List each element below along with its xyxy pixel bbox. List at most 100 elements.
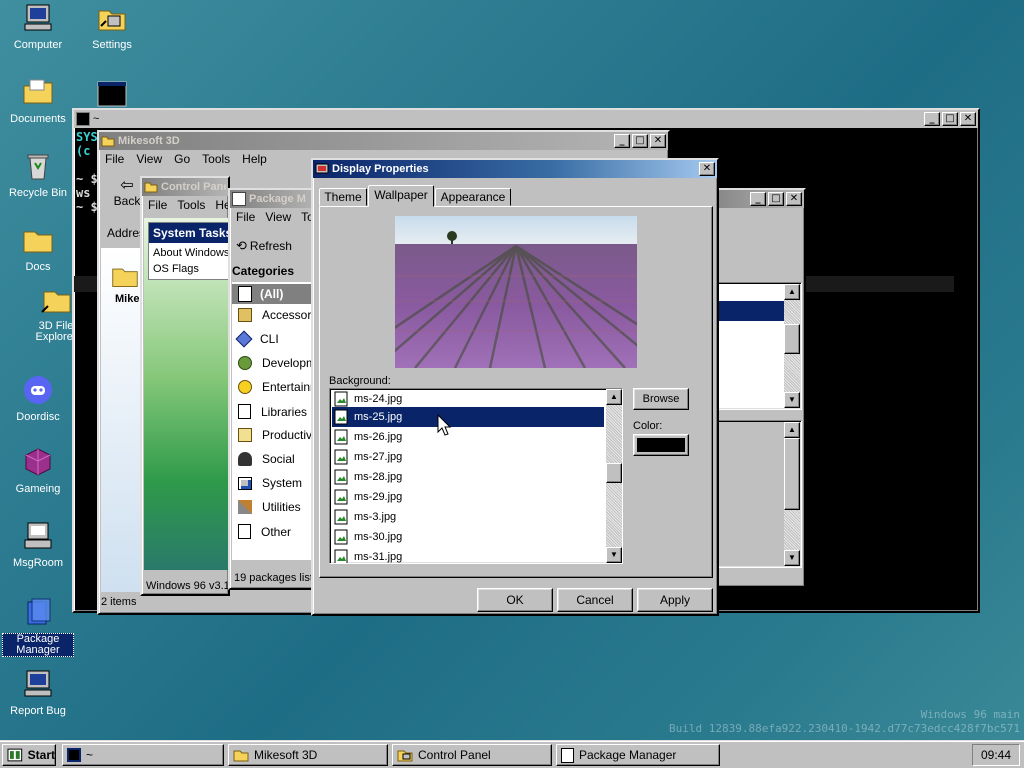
task-os-flags[interactable]: OS Flags xyxy=(149,259,228,279)
menu-tools[interactable]: Tools xyxy=(177,198,205,212)
minimize-button[interactable]: _ xyxy=(614,134,630,148)
tab-appearance[interactable]: Appearance xyxy=(435,188,511,206)
desktop-icon-msgroom[interactable]: MsgRoom xyxy=(2,520,74,569)
package-list-scrollbar[interactable]: ▲ ▼ xyxy=(784,284,800,408)
ok-button[interactable]: OK xyxy=(477,588,553,612)
desktop-icon-recycle-bin[interactable]: Recycle Bin xyxy=(2,150,74,199)
scroll-up-button[interactable]: ▲ xyxy=(784,284,800,300)
apply-button[interactable]: Apply xyxy=(637,588,713,612)
scroll-up-button[interactable]: ▲ xyxy=(606,389,622,405)
category-other[interactable]: Other xyxy=(238,524,291,539)
folder-label: Mike xyxy=(115,293,140,305)
taskbar-item-mikesoft-3d[interactable]: Mikesoft 3D xyxy=(228,744,388,766)
taskbar-item-package-manager[interactable]: Package Manager xyxy=(556,744,720,766)
file-row[interactable]: ms-31.jpg xyxy=(334,547,402,563)
minimize-button[interactable]: _ xyxy=(924,112,940,126)
control-panel-window[interactable]: Control Panel File Tools Hel System Task… xyxy=(140,176,230,596)
category-productivity[interactable]: Productivi xyxy=(238,428,315,442)
smiley-icon xyxy=(238,380,252,394)
maximize-button[interactable]: □ xyxy=(632,134,648,148)
taskbar-item-terminal[interactable]: ~ xyxy=(62,744,224,766)
category-cli[interactable]: CLI xyxy=(235,330,279,348)
scroll-down-button[interactable]: ▼ xyxy=(784,392,800,408)
close-button[interactable]: ✕ xyxy=(650,134,666,148)
close-button[interactable]: ✕ xyxy=(786,192,802,206)
system-clock[interactable]: 09:44 xyxy=(972,744,1020,766)
scroll-down-button[interactable]: ▼ xyxy=(606,547,622,563)
mikesoft-titlebar[interactable]: Mikesoft 3D _ □ ✕ xyxy=(99,132,668,150)
category-label: System xyxy=(262,476,303,490)
file-list-scrollbar[interactable]: ▲ ▼ xyxy=(606,389,622,563)
color-picker-button[interactable] xyxy=(633,434,689,456)
file-row-selected[interactable]: ms-25.jpg xyxy=(332,407,604,427)
category-accessories[interactable]: Accessori xyxy=(238,308,314,322)
menu-file[interactable]: File xyxy=(105,152,124,166)
package-manager-window[interactable]: Package M File View To ⟲ Refresh Categor… xyxy=(228,188,320,590)
package-manager-titlebar[interactable]: Package M xyxy=(230,190,318,208)
scroll-thumb[interactable] xyxy=(784,438,800,510)
file-row[interactable]: ms-3.jpg xyxy=(334,507,396,527)
menu-file[interactable]: File xyxy=(236,210,255,224)
terminal-titlebar[interactable]: ~ _ □ ✕ xyxy=(74,110,978,128)
desktop-icon-settings[interactable]: Settings xyxy=(76,2,148,51)
maximize-button[interactable]: □ xyxy=(942,112,958,126)
desktop-icon-label: Doordisc xyxy=(16,411,60,423)
close-button[interactable]: ✕ xyxy=(960,112,976,126)
desktop-icon-package-manager[interactable]: Package Manager xyxy=(2,596,74,657)
category-social[interactable]: Social xyxy=(238,452,295,466)
desktop-icon-report-bug[interactable]: Report Bug xyxy=(2,668,74,717)
file-row[interactable]: ms-26.jpg xyxy=(334,427,402,447)
file-row[interactable]: ms-30.jpg xyxy=(334,527,402,547)
watermark-line: Build 12839.88efa922.230410-1942.d77c73e… xyxy=(669,722,1020,735)
scroll-up-button[interactable]: ▲ xyxy=(784,422,800,438)
mikesoft-content[interactable]: Mike xyxy=(101,248,143,592)
desktop-icon-documents[interactable]: Documents xyxy=(2,76,74,125)
tab-wallpaper[interactable]: Wallpaper xyxy=(368,185,434,207)
display-properties-dialog[interactable]: Display Properties ✕ Theme Wallpaper App… xyxy=(311,158,719,616)
category-development[interactable]: Developm xyxy=(238,356,316,370)
scroll-down-button[interactable]: ▼ xyxy=(784,550,800,566)
maximize-button[interactable]: □ xyxy=(768,192,784,206)
menu-tools[interactable]: Tools xyxy=(202,152,230,166)
category-libraries[interactable]: Libraries xyxy=(238,404,307,419)
wallpaper-file-list[interactable]: ms-24.jpg ms-25.jpg ms-26.jpg ms-27.jpg … xyxy=(329,388,623,564)
category-label: Developm xyxy=(262,356,317,370)
start-button[interactable]: Start xyxy=(2,744,56,766)
details-scrollbar[interactable]: ▲ ▼ xyxy=(784,422,800,566)
display-properties-titlebar[interactable]: Display Properties ✕ xyxy=(313,160,717,178)
file-row[interactable]: ms-24.jpg xyxy=(334,389,402,409)
desktop-icon-gameing[interactable]: Gameing xyxy=(2,446,74,495)
category-utilities[interactable]: Utilities xyxy=(238,500,301,514)
categories-list: (All) Accessori CLI Developm Entertainm … xyxy=(232,282,318,560)
category-entertainment[interactable]: Entertainm xyxy=(238,380,318,394)
category-all[interactable]: (All) xyxy=(232,284,318,304)
menu-view[interactable]: View xyxy=(136,152,162,166)
menu-go[interactable]: Go xyxy=(174,152,190,166)
minimize-button[interactable]: _ xyxy=(750,192,766,206)
scroll-thumb[interactable] xyxy=(784,324,800,354)
tab-theme[interactable]: Theme xyxy=(319,188,367,206)
menu-help[interactable]: Help xyxy=(242,152,267,166)
menu-view[interactable]: View xyxy=(265,210,291,224)
watermark-line: Windows 96 main xyxy=(920,708,1020,721)
file-row[interactable]: ms-28.jpg xyxy=(334,467,402,487)
taskbar-item-control-panel[interactable]: Control Panel xyxy=(392,744,552,766)
accessories-icon xyxy=(238,308,252,322)
cancel-button[interactable]: Cancel xyxy=(557,588,633,612)
package-icon xyxy=(561,747,574,763)
desktop-icon-docs[interactable]: Docs xyxy=(2,224,74,273)
desktop-icon-doordisc[interactable]: Doordisc xyxy=(2,374,74,423)
file-name: ms-26.jpg xyxy=(354,431,403,443)
control-panel-titlebar[interactable]: Control Panel xyxy=(142,178,228,196)
close-button[interactable]: ✕ xyxy=(699,162,715,176)
package-manager-icon xyxy=(27,598,51,625)
refresh-button[interactable]: ⟲ Refresh xyxy=(236,238,292,254)
category-system[interactable]: System xyxy=(238,476,302,490)
desktop-icon-computer[interactable]: Computer xyxy=(2,2,74,51)
file-row[interactable]: ms-29.jpg xyxy=(334,487,402,507)
scroll-thumb[interactable] xyxy=(606,463,622,483)
menu-file[interactable]: File xyxy=(148,198,167,212)
task-about-windows[interactable]: About Windows xyxy=(149,243,228,259)
browse-button[interactable]: Browse xyxy=(633,388,689,410)
file-row[interactable]: ms-27.jpg xyxy=(334,447,402,467)
